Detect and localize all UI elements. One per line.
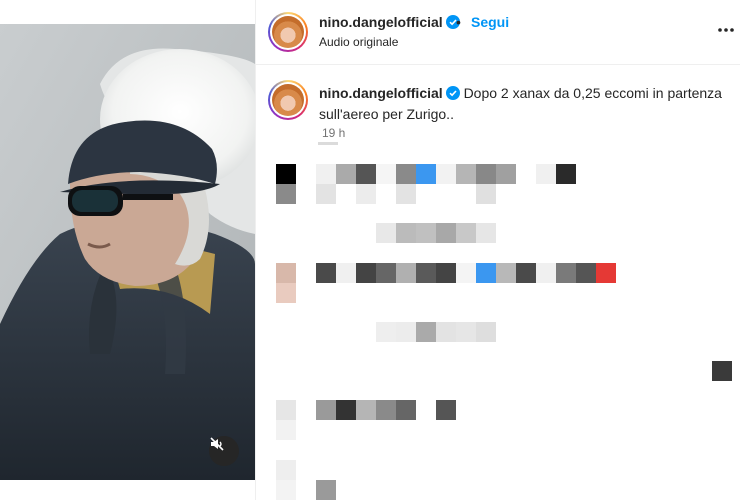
redacted-pixel xyxy=(376,263,396,283)
more-options-button[interactable] xyxy=(716,22,736,38)
redacted-pixel xyxy=(456,164,476,184)
redacted-pixel xyxy=(536,164,556,184)
redacted-pixel xyxy=(416,164,436,184)
redacted-pixel xyxy=(396,400,416,420)
redacted-pixel xyxy=(416,263,436,283)
redacted-pixel xyxy=(316,184,336,204)
redacted-pixel xyxy=(416,322,436,342)
redacted-pixel xyxy=(436,164,456,184)
redacted-pixel xyxy=(396,184,416,204)
redacted-pixel xyxy=(276,164,296,184)
post-caption: nino.dangelofficial Dopo 2 xanax da 0,25… xyxy=(319,83,729,125)
redacted-pixel xyxy=(436,400,456,420)
redacted-pixel xyxy=(396,322,416,342)
header-separator: • xyxy=(456,14,461,30)
caption-username[interactable]: nino.dangelofficial xyxy=(319,85,443,101)
redacted-pixel xyxy=(316,400,336,420)
redacted-pixel xyxy=(356,164,376,184)
redacted-pixel xyxy=(456,322,476,342)
redacted-pixel xyxy=(336,263,356,283)
redacted-pixel xyxy=(496,164,516,184)
author-username[interactable]: nino.dangelofficial xyxy=(319,14,460,30)
redacted-pixel xyxy=(356,263,376,283)
post-media[interactable] xyxy=(0,0,255,500)
redacted-pixel xyxy=(316,480,336,500)
redacted-pixel xyxy=(476,184,496,204)
redacted-pixel xyxy=(276,480,296,500)
speaker-muted-icon xyxy=(210,437,224,451)
post-timestamp[interactable]: 19 h xyxy=(322,126,345,140)
redacted-pixel xyxy=(516,263,536,283)
redacted-pixel xyxy=(376,164,396,184)
redacted-pixel xyxy=(476,164,496,184)
redacted-pixel xyxy=(336,164,356,184)
redacted-pixel xyxy=(556,164,576,184)
redacted-pixel xyxy=(376,322,396,342)
redacted-pixel xyxy=(596,263,616,283)
redacted-pixel xyxy=(436,263,456,283)
redacted-pixel xyxy=(476,263,496,283)
redacted-pixel xyxy=(356,400,376,420)
redacted-pixel xyxy=(456,223,476,243)
timestamp-underline xyxy=(318,142,338,145)
redacted-pixel xyxy=(376,400,396,420)
video-still-image xyxy=(0,24,255,480)
author-avatar[interactable] xyxy=(268,12,308,52)
redacted-pixel xyxy=(276,460,296,480)
redacted-pixel xyxy=(576,263,596,283)
redacted-pixel xyxy=(536,263,556,283)
post-side-panel: nino.dangelofficial • Segui Audio origin… xyxy=(255,0,740,500)
redacted-pixel xyxy=(396,263,416,283)
redacted-pixel xyxy=(396,164,416,184)
header-divider xyxy=(256,64,740,65)
redacted-pixel xyxy=(436,223,456,243)
mute-toggle-button[interactable] xyxy=(209,436,239,466)
redacted-pixel xyxy=(356,184,376,204)
redacted-pixel xyxy=(316,263,336,283)
caption-avatar[interactable] xyxy=(268,80,308,120)
redacted-pixel xyxy=(396,223,416,243)
redacted-pixel xyxy=(316,164,336,184)
redacted-pixel xyxy=(712,361,732,381)
redacted-pixel xyxy=(556,263,576,283)
redacted-pixel xyxy=(496,263,516,283)
redacted-pixel xyxy=(336,400,356,420)
audio-label[interactable]: Audio originale xyxy=(319,35,398,49)
redacted-pixel xyxy=(376,223,396,243)
verified-badge-icon xyxy=(445,86,460,100)
redacted-pixel xyxy=(416,223,436,243)
video-frame[interactable] xyxy=(0,24,255,480)
more-options-icon xyxy=(718,28,734,32)
redacted-pixel xyxy=(456,263,476,283)
redacted-pixel xyxy=(276,420,296,440)
redacted-pixel xyxy=(476,322,496,342)
follow-button[interactable]: Segui xyxy=(471,14,509,30)
redacted-pixel xyxy=(476,223,496,243)
redacted-pixel xyxy=(276,283,296,303)
redacted-pixel xyxy=(436,322,456,342)
redacted-pixel xyxy=(276,184,296,204)
redacted-pixel xyxy=(276,400,296,420)
redacted-pixel xyxy=(276,263,296,283)
